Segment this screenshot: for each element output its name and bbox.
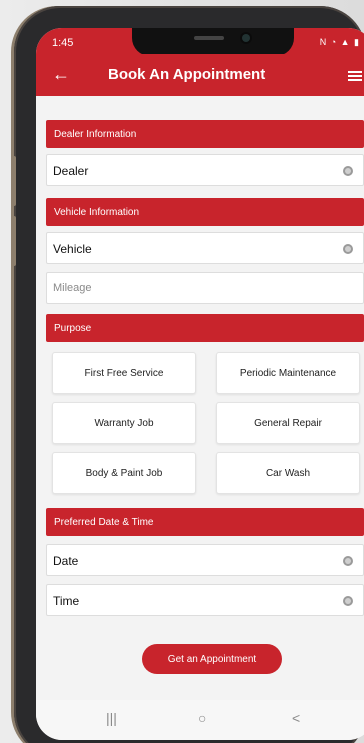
recent-apps-icon[interactable]: ||| bbox=[106, 710, 117, 726]
status-icons: N ◔ ▲ ▮ bbox=[319, 37, 360, 47]
section-vehicle-information: Vehicle Information bbox=[46, 198, 364, 226]
time-select[interactable]: Time bbox=[46, 584, 364, 616]
app-bar: ← Book An Appointment bbox=[36, 54, 364, 96]
purpose-warranty-job-button[interactable]: Warranty Job bbox=[52, 402, 196, 444]
section-purpose: Purpose bbox=[46, 314, 364, 342]
camera-notch bbox=[132, 28, 294, 56]
purpose-periodic-maintenance-button[interactable]: Periodic Maintenance bbox=[216, 352, 360, 394]
menu-icon[interactable] bbox=[348, 71, 362, 81]
time-select-label: Time bbox=[53, 594, 80, 608]
purpose-body-paint-job-button[interactable]: Body & Paint Job bbox=[52, 452, 196, 494]
purpose-car-wash-button[interactable]: Car Wash bbox=[216, 452, 360, 494]
date-select[interactable]: Date bbox=[46, 544, 364, 576]
dropdown-icon bbox=[343, 596, 353, 606]
volume-button bbox=[12, 156, 16, 206]
dealer-select-label: Dealer bbox=[53, 164, 89, 178]
vehicle-select-label: Vehicle bbox=[53, 242, 92, 256]
booking-form: Dealer Information Dealer Vehicle Inform… bbox=[36, 96, 364, 706]
nav-back-icon[interactable]: < bbox=[292, 710, 300, 726]
purpose-first-free-service-button[interactable]: First Free Service bbox=[52, 352, 196, 394]
system-nav-bar: ||| ○ < bbox=[36, 700, 364, 740]
dropdown-icon bbox=[343, 166, 353, 176]
speaker-icon bbox=[194, 36, 224, 40]
date-select-label: Date bbox=[53, 554, 79, 568]
dealer-select[interactable]: Dealer bbox=[46, 154, 364, 186]
get-appointment-button[interactable]: Get an Appointment bbox=[142, 644, 282, 674]
volume-button-2 bbox=[12, 216, 16, 266]
mileage-input[interactable]: Mileage bbox=[46, 272, 364, 304]
back-arrow-icon[interactable]: ← bbox=[52, 64, 70, 85]
status-time: 1:45 bbox=[52, 37, 74, 49]
mileage-placeholder: Mileage bbox=[53, 282, 92, 294]
dropdown-icon bbox=[343, 244, 353, 254]
home-icon[interactable]: ○ bbox=[198, 710, 206, 726]
phone-screen: 1:45 N ◔ ▲ ▮ ← Book An Appointment Deale… bbox=[36, 28, 364, 740]
vehicle-select[interactable]: Vehicle bbox=[46, 232, 364, 264]
page-title: Book An Appointment bbox=[108, 66, 266, 83]
section-preferred-date-time: Preferred Date & Time bbox=[46, 508, 364, 536]
section-dealer-information: Dealer Information bbox=[46, 120, 364, 148]
camera-icon bbox=[242, 34, 250, 42]
purpose-general-repair-button[interactable]: General Repair bbox=[216, 402, 360, 444]
dropdown-icon bbox=[343, 556, 353, 566]
phone-frame: 1:45 N ◔ ▲ ▮ ← Book An Appointment Deale… bbox=[12, 6, 364, 743]
